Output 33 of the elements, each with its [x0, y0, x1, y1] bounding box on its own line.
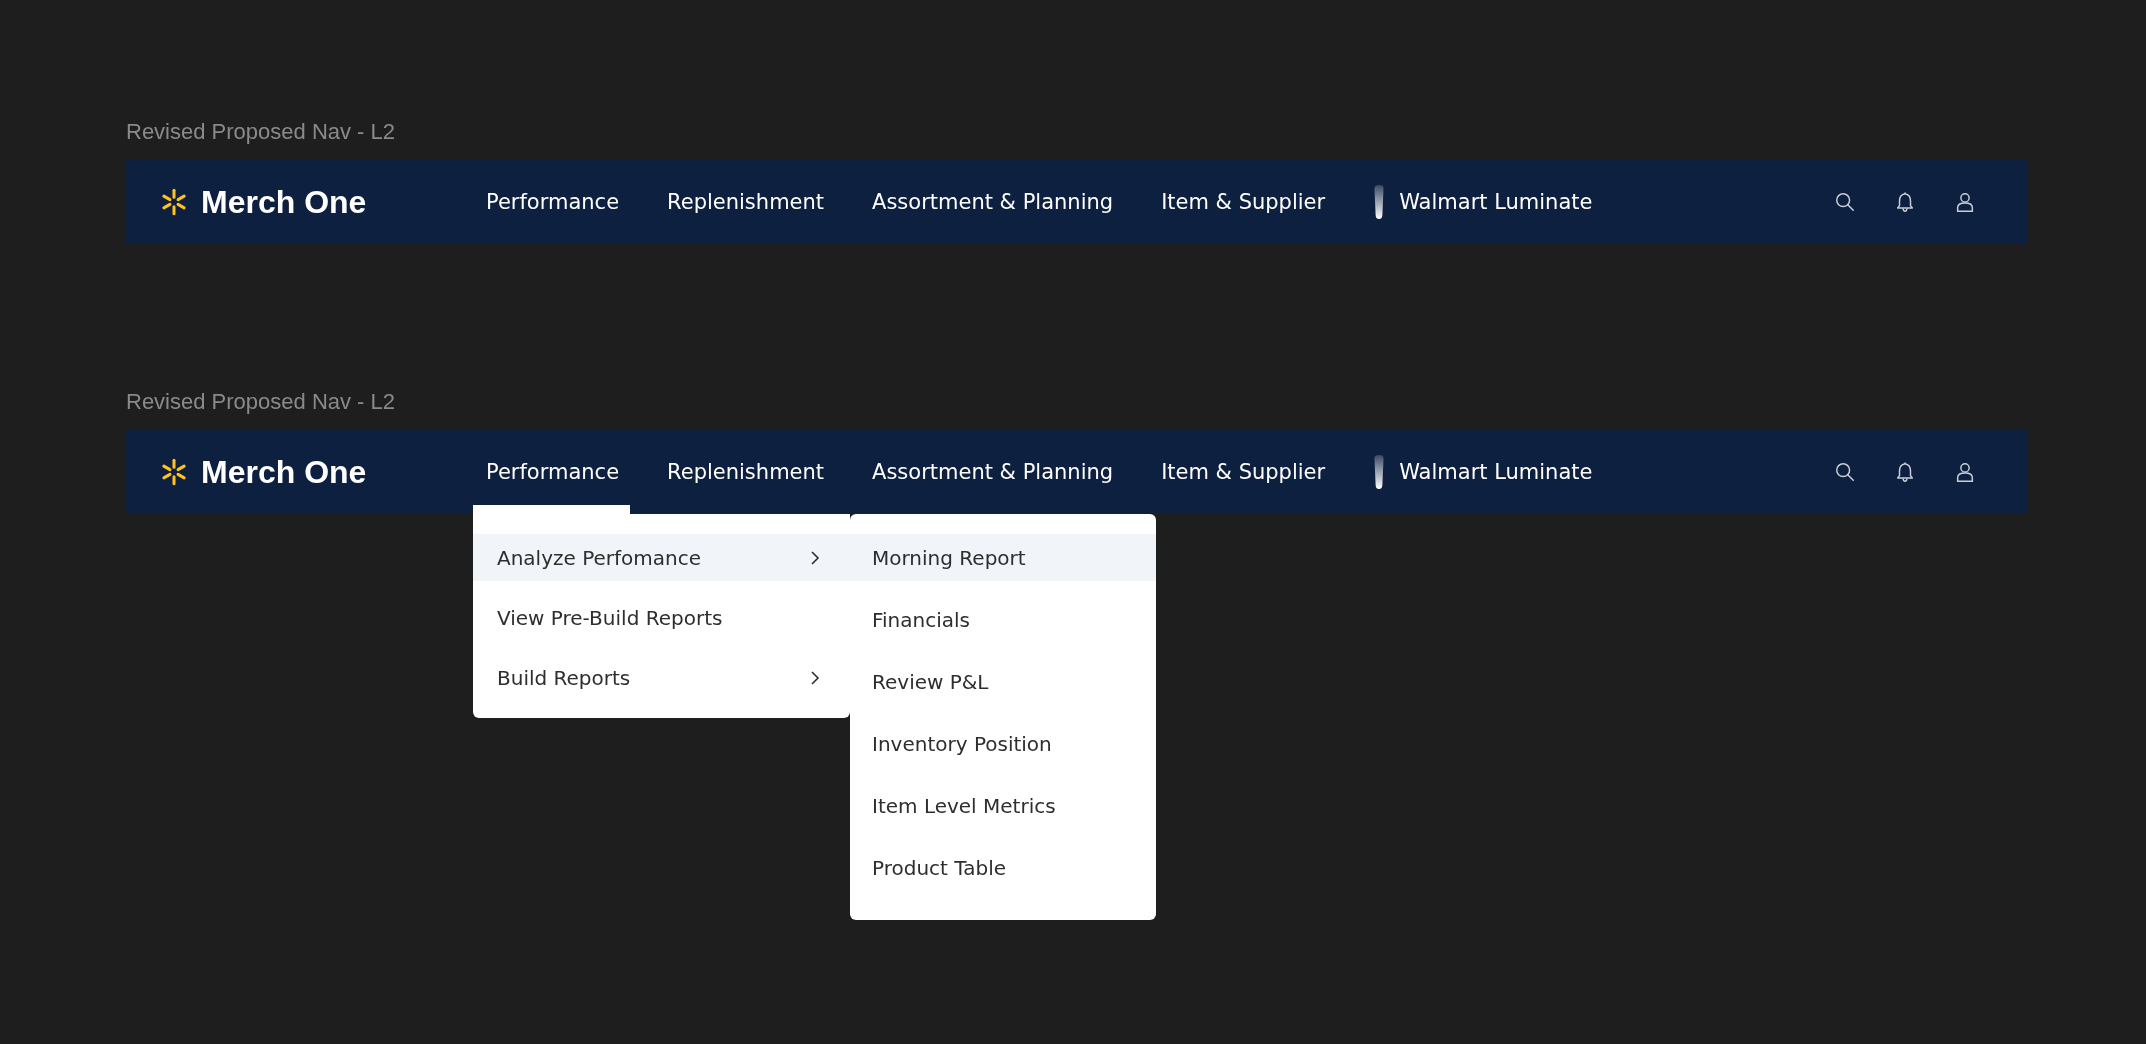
menu-item[interactable]: Build Reports: [473, 654, 850, 701]
menu-item[interactable]: Product Table: [850, 844, 1156, 891]
menu-item[interactable]: Financials: [850, 596, 1156, 643]
nav-link[interactable]: Assortment & Planning: [872, 460, 1114, 484]
menu-item[interactable]: Item Level Metrics: [850, 782, 1156, 829]
spark-logo-icon: [160, 458, 188, 486]
menu-item[interactable]: Analyze Perfomance: [473, 534, 850, 581]
frame-label: Revised Proposed Nav - L2: [126, 388, 397, 416]
nav-link[interactable]: Item & Supplier: [1161, 190, 1326, 214]
nav-link[interactable]: Walmart Luminate: [1399, 190, 1593, 214]
nav-link[interactable]: Replenishment: [667, 190, 825, 214]
menu-item[interactable]: Morning Report: [850, 534, 1156, 581]
nav-link[interactable]: Item & Supplier: [1161, 460, 1326, 484]
nav-link[interactable]: Assortment & Planning: [872, 190, 1114, 214]
search-icon[interactable]: [1834, 191, 1856, 213]
spark-logo-icon: [160, 188, 188, 216]
app-logo-text: Merch One: [201, 453, 367, 491]
bell-icon[interactable]: [1894, 191, 1916, 213]
menu-item[interactable]: Review P&L: [850, 658, 1156, 705]
user-icon[interactable]: [1954, 191, 1976, 213]
nav-link[interactable]: Performance: [486, 460, 620, 484]
menu-item[interactable]: Inventory Position: [850, 720, 1156, 767]
luminate-logo-icon: [1373, 455, 1386, 489]
frame-label: Revised Proposed Nav - L2: [126, 118, 397, 146]
bell-icon[interactable]: [1894, 461, 1916, 483]
nav-link[interactable]: Walmart Luminate: [1399, 460, 1593, 484]
search-icon[interactable]: [1834, 461, 1856, 483]
nav-link[interactable]: Performance: [486, 190, 620, 214]
menu-item[interactable]: View Pre-Build Reports: [473, 594, 850, 641]
user-icon[interactable]: [1954, 461, 1976, 483]
app-logo-text: Merch One: [201, 183, 367, 221]
nav-link[interactable]: Replenishment: [667, 460, 825, 484]
luminate-logo-icon: [1373, 185, 1386, 219]
